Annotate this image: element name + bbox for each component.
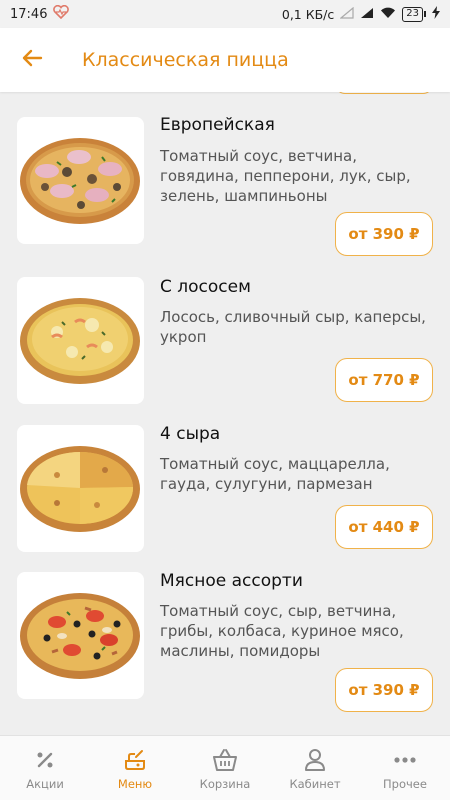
tab-label: Прочее	[383, 776, 427, 791]
wifi-icon	[380, 7, 396, 22]
product-image[interactable]	[17, 425, 144, 552]
price-button[interactable]: от 390 ₽	[335, 668, 433, 712]
charging-icon	[432, 6, 440, 22]
tab-more[interactable]: Прочее	[360, 736, 450, 800]
product-image[interactable]	[17, 572, 144, 699]
product-description: Томатный соус, ветчина, говядина, пеппер…	[160, 147, 411, 205]
tab-label: Кабинет	[289, 776, 341, 791]
arrow-left-icon	[21, 49, 43, 71]
battery-level: 23	[402, 6, 423, 22]
network-speed: 0,1 КБ/с	[281, 6, 335, 22]
app-header: Классическая пицца	[0, 28, 450, 92]
user-icon	[304, 746, 326, 774]
signal-empty-icon	[339, 6, 354, 22]
signal-icon	[360, 7, 374, 22]
status-bar: 17:46 0,1 КБ/с 23	[0, 0, 450, 28]
price-button[interactable]: от 390 ₽	[335, 212, 433, 256]
product-description: Лосось, сливочный сыр, каперсы, укроп	[160, 308, 426, 346]
battery-icon: 23	[402, 6, 426, 22]
more-dots-icon	[393, 746, 417, 774]
tab-cart[interactable]: Корзина	[180, 736, 270, 800]
bottom-tab-bar: Акции Меню Корзина Кабинет Прочее	[0, 735, 450, 800]
product-name: Европейская	[160, 115, 275, 135]
tab-promotions[interactable]: Акции	[0, 736, 90, 800]
product-name: С лососем	[160, 277, 251, 297]
previous-price-button[interactable]	[335, 92, 433, 94]
percent-icon	[34, 746, 56, 774]
tab-label: Акции	[26, 776, 64, 791]
product-description: Томатный соус, маццарелла, гауда, сулугу…	[160, 455, 390, 493]
product-name: 4 сыра	[160, 424, 221, 444]
menu-food-icon	[122, 746, 148, 774]
product-image[interactable]	[17, 117, 144, 244]
back-button[interactable]	[0, 28, 64, 92]
price-button[interactable]: от 770 ₽	[335, 358, 433, 402]
product-name: Мясное ассорти	[160, 571, 303, 591]
product-list[interactable]: Европейская Томатный соус, ветчина, говя…	[0, 92, 450, 735]
basket-icon	[212, 746, 238, 774]
tab-account[interactable]: Кабинет	[270, 736, 360, 800]
status-time: 17:46	[10, 6, 48, 22]
product-image[interactable]	[17, 277, 144, 404]
price-button[interactable]: от 440 ₽	[335, 505, 433, 549]
page-title: Классическая пицца	[82, 49, 289, 71]
tab-menu[interactable]: Меню	[90, 736, 180, 800]
tab-label: Меню	[117, 776, 153, 791]
health-icon	[53, 4, 70, 23]
tab-label: Корзина	[199, 776, 251, 791]
product-description: Томатный соус, сыр, ветчина, грибы, колб…	[160, 602, 404, 660]
